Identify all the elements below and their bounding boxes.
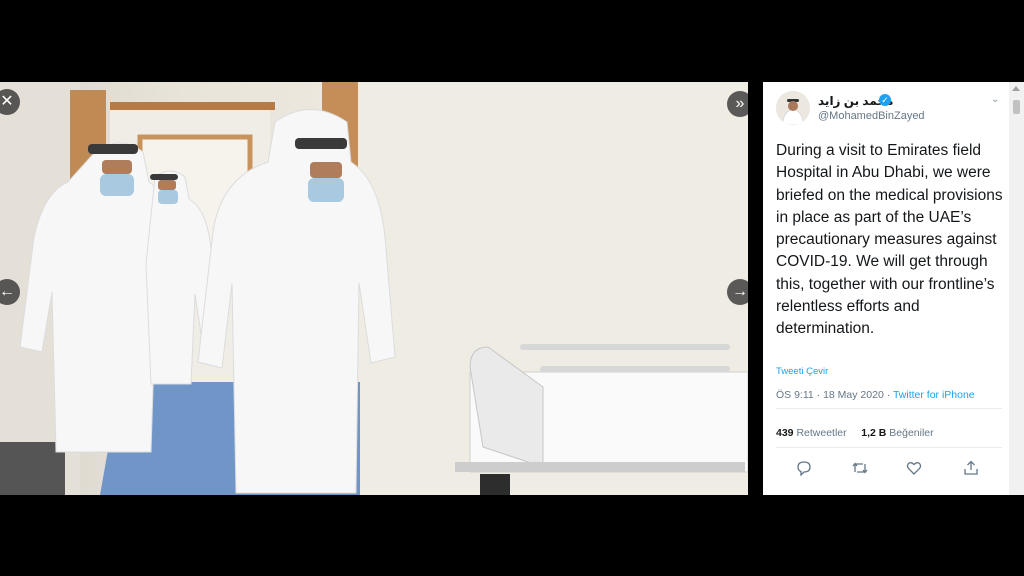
retweet-button[interactable]	[851, 460, 871, 480]
tweet-actions	[776, 460, 1002, 480]
like-button[interactable]	[906, 460, 926, 480]
hospital-photo	[0, 82, 748, 495]
arrow-left-icon: ←	[0, 283, 15, 300]
likes-count[interactable]: 1,2 B	[861, 427, 886, 439]
reply-button[interactable]	[796, 460, 816, 480]
verified-badge-icon: ✓	[879, 94, 891, 106]
close-icon: ✕	[0, 93, 14, 110]
share-icon	[964, 460, 978, 475]
divider	[776, 408, 1002, 409]
reply-icon	[797, 461, 811, 477]
chevron-double-right-icon: »	[735, 95, 745, 112]
timestamp[interactable]: ÖS 9:11 · 18 May 2020 ·	[776, 389, 893, 401]
scrollbar[interactable]	[1009, 82, 1024, 495]
heart-icon	[906, 462, 922, 475]
author-handle[interactable]: @MohamedBinZayed	[818, 110, 925, 122]
retweets-label[interactable]: Retweetler	[794, 427, 846, 439]
tweet-meta: ÖS 9:11 · 18 May 2020 · Twitter for iPho…	[776, 389, 975, 401]
avatar[interactable]	[776, 91, 810, 125]
tweet-stats: 439 Retweetler 1,2 B Beğeniler	[776, 427, 934, 439]
tweet-photo[interactable]: ✕ » ← →	[0, 82, 748, 495]
tweet-text: During a visit to Emirates field Hospita…	[776, 142, 1003, 338]
arrow-right-icon: →	[732, 283, 748, 300]
likes-label[interactable]: Beğeniler	[886, 427, 933, 439]
scrollbar-thumb[interactable]	[1013, 100, 1020, 114]
source-link[interactable]: Twitter for iPhone	[893, 389, 975, 401]
retweets-count[interactable]: 439	[776, 427, 794, 439]
chevron-down-icon[interactable]: ⌄	[991, 94, 999, 105]
translate-link[interactable]: Tweeti Çevir	[776, 366, 828, 377]
scroll-up-icon[interactable]	[1012, 86, 1020, 91]
expand-button[interactable]: »	[727, 91, 748, 117]
share-button[interactable]	[963, 460, 983, 480]
tweet-panel: محمد بن زايد ✓ @MohamedBinZayed ⌄ During…	[763, 82, 1009, 495]
retweet-icon	[852, 462, 868, 474]
next-image-button[interactable]: →	[727, 279, 748, 305]
divider	[776, 447, 1002, 448]
